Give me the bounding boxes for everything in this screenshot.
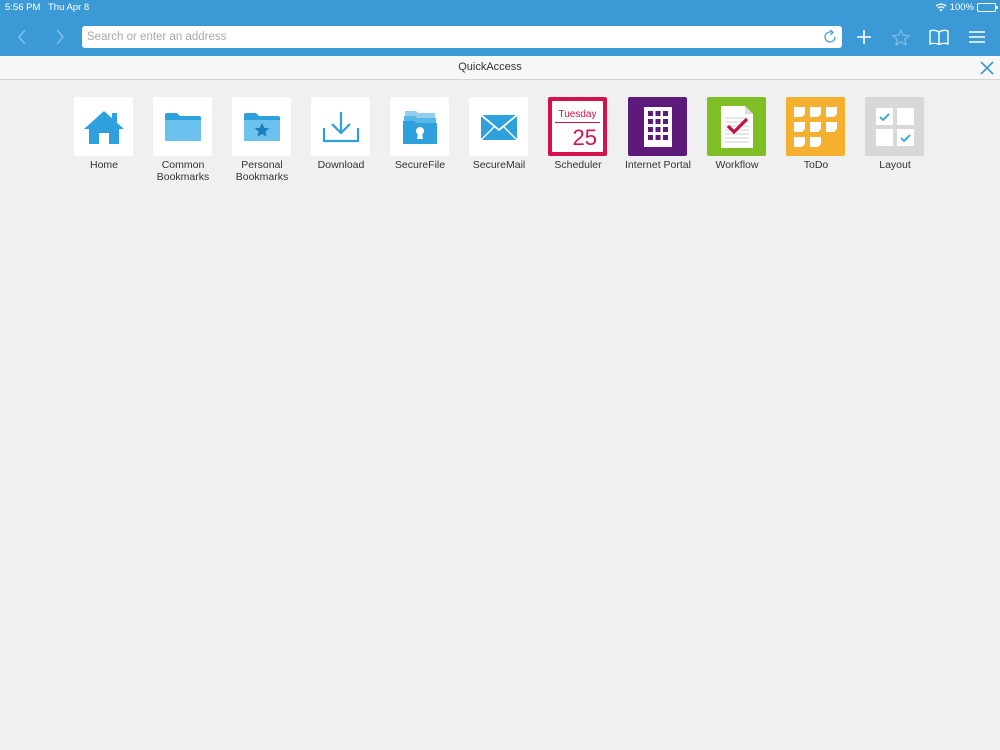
back-button[interactable] — [10, 25, 34, 49]
tile-personal-bookmarks[interactable]: Personal Bookmarks — [222, 97, 302, 187]
tile-common-bookmarks[interactable]: Common Bookmarks — [143, 97, 223, 187]
chevron-left-icon — [17, 29, 26, 45]
tile-securefile-box — [390, 97, 449, 156]
secure-mail-icon — [479, 113, 518, 140]
tile-download[interactable]: Download — [301, 97, 381, 187]
tile-download-box — [311, 97, 370, 156]
top-toolbar: 5:56 PM Thu Apr 8 100% — [0, 0, 1000, 56]
tile-scheduler-box: Tuesday 25 — [548, 97, 607, 156]
tile-internet-portal[interactable]: Internet Portal — [618, 97, 698, 187]
quickaccess-header: QuickAccess — [0, 56, 1000, 80]
chevron-right-icon — [56, 29, 65, 45]
tile-workflow[interactable]: Workflow — [697, 97, 777, 187]
wifi-icon — [935, 3, 947, 12]
battery-percent: 100% — [949, 2, 974, 13]
tile-home-box — [74, 97, 133, 156]
tile-home[interactable]: Home — [64, 97, 144, 187]
sticky-notes-icon — [793, 106, 837, 147]
tile-workflow-box — [707, 97, 766, 156]
status-date: Thu Apr 8 — [48, 2, 90, 13]
folder-star-icon — [243, 112, 280, 141]
secure-file-icon — [402, 110, 437, 144]
tile-internet-portal-box — [628, 97, 687, 156]
building-icon — [643, 106, 672, 147]
tile-common-bookmarks-box — [153, 97, 212, 156]
status-time: 5:56 PM — [5, 2, 41, 13]
tile-securefile[interactable]: SecureFile — [380, 97, 460, 187]
tile-layout-box — [865, 97, 924, 156]
new-tab-button[interactable] — [852, 25, 876, 49]
folder-icon — [164, 112, 201, 141]
checklist-icon — [720, 105, 753, 148]
download-icon — [322, 111, 359, 142]
layout-icon — [875, 107, 914, 146]
address-input[interactable] — [87, 26, 807, 48]
close-icon[interactable] — [978, 59, 996, 77]
star-icon — [892, 28, 910, 46]
bookmarks-button[interactable] — [927, 25, 951, 49]
plus-icon — [857, 30, 871, 44]
tile-personal-bookmarks-box — [232, 97, 291, 156]
tile-todo-box — [786, 97, 845, 156]
forward-button[interactable] — [48, 25, 72, 49]
address-bar[interactable] — [82, 26, 842, 48]
tile-securemail-box — [469, 97, 528, 156]
quickaccess-title: QuickAccess — [458, 61, 522, 73]
tile-todo[interactable]: ToDo — [776, 97, 856, 187]
menu-button[interactable] — [965, 25, 989, 49]
reload-icon[interactable] — [822, 29, 838, 45]
hamburger-menu-icon — [969, 31, 985, 43]
tile-scheduler[interactable]: Tuesday 25 Scheduler — [538, 97, 618, 187]
battery-icon — [977, 3, 998, 12]
tile-label: Layout — [879, 159, 911, 171]
calendar-icon: Tuesday 25 — [552, 101, 603, 152]
calendar-day: Tuesday — [558, 109, 597, 120]
quickaccess-grid: Home Common Bookmarks Personal Bookmarks — [0, 97, 1000, 197]
tile-securemail[interactable]: SecureMail — [459, 97, 539, 187]
status-bar: 5:56 PM Thu Apr 8 100% — [0, 0, 1000, 16]
status-right: 100% — [935, 2, 998, 13]
favorite-button[interactable] — [889, 25, 913, 49]
tile-layout[interactable]: Layout — [855, 97, 935, 187]
book-icon — [929, 29, 949, 45]
calendar-date: 25 — [572, 125, 597, 150]
home-icon — [83, 110, 124, 144]
